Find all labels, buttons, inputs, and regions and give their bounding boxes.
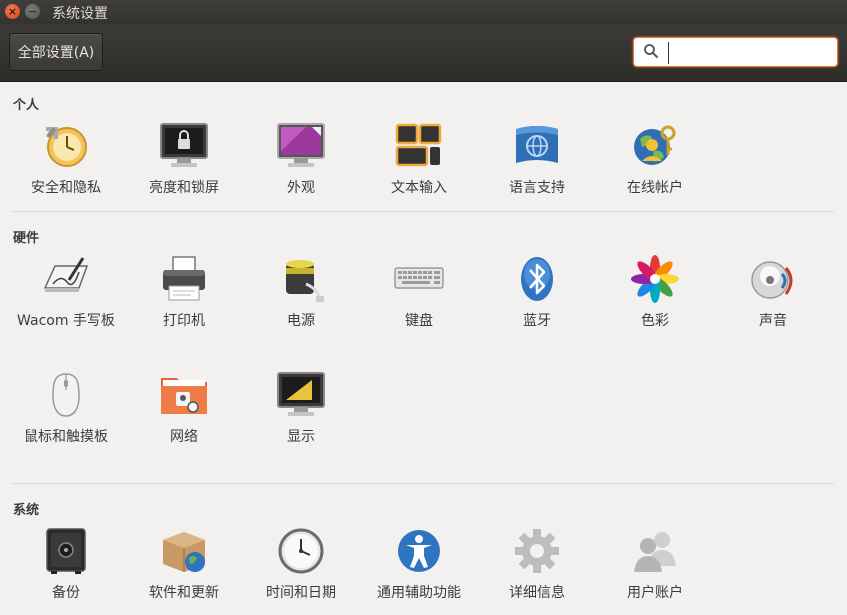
item-time-date[interactable]: 时间和日期 <box>249 526 353 605</box>
item-printers[interactable]: 打印机 <box>132 254 236 333</box>
bluetooth-icon <box>521 257 553 301</box>
minimize-icon: − <box>27 5 38 18</box>
item-appearance[interactable]: 外观 <box>249 121 353 200</box>
item-label: 时间和日期 <box>266 585 336 601</box>
gear-icon <box>515 529 559 573</box>
item-label: 键盘 <box>405 313 433 329</box>
software-updates-icon <box>163 532 205 572</box>
item-label: 色彩 <box>641 313 669 329</box>
appearance-icon <box>277 123 325 167</box>
item-label: 安全和隐私 <box>31 180 101 196</box>
keyboard-icon <box>394 267 444 289</box>
item-label: 在线帐户 <box>627 180 683 196</box>
item-label: 鼠标和触摸板 <box>24 429 108 445</box>
item-bluetooth[interactable]: 蓝牙 <box>485 254 589 333</box>
item-universal-access[interactable]: 通用辅助功能 <box>367 526 471 605</box>
item-details[interactable]: 详细信息 <box>485 526 589 605</box>
language-flag-icon <box>516 126 558 163</box>
search-box[interactable] <box>633 37 838 67</box>
item-brightness-lock[interactable]: 亮度和锁屏 <box>132 121 236 200</box>
monitor-lock-icon <box>160 123 208 167</box>
close-icon: × <box>7 5 18 18</box>
item-wacom-tablet[interactable]: Wacom 手写板 <box>14 254 118 333</box>
item-label: 文本输入 <box>391 180 447 196</box>
safe-icon <box>46 528 86 574</box>
close-window-button[interactable]: × <box>5 4 20 19</box>
item-label: 用户账户 <box>627 585 683 601</box>
item-label: 打印机 <box>163 313 205 329</box>
item-language-support[interactable]: 语言支持 <box>485 121 589 200</box>
speaker-icon <box>751 261 793 299</box>
item-security-privacy[interactable]: 安全和隐私 <box>14 121 118 200</box>
online-accounts-icon <box>634 125 676 165</box>
printer-icon <box>163 256 205 301</box>
users-icon <box>634 532 676 572</box>
title-bar: × − 系统设置 <box>0 0 847 24</box>
item-backups[interactable]: 备份 <box>14 526 118 605</box>
item-label: 显示 <box>287 429 315 445</box>
section-divider <box>12 211 834 212</box>
item-label: 声音 <box>759 313 787 329</box>
section-title-personal: 个人 <box>13 98 40 113</box>
mouse-icon <box>52 373 80 417</box>
item-label: 电源 <box>287 313 315 329</box>
item-label: 外观 <box>287 180 315 196</box>
item-label: 备份 <box>52 585 80 601</box>
network-folder-icon <box>161 378 207 414</box>
battery-power-icon <box>286 260 324 302</box>
item-label: 蓝牙 <box>523 313 551 329</box>
item-label: 软件和更新 <box>149 585 219 601</box>
section-title-system: 系统 <box>13 503 40 518</box>
toolbar: 全部设置(A) <box>0 24 847 82</box>
window-title: 系统设置 <box>52 6 108 22</box>
item-label: Wacom 手写板 <box>17 313 115 329</box>
section-divider <box>12 483 834 484</box>
clock-icon <box>278 528 324 574</box>
item-network[interactable]: 网络 <box>132 370 236 449</box>
item-label: 网络 <box>170 429 198 445</box>
item-text-entry[interactable]: 文本输入 <box>367 121 471 200</box>
accessibility-icon <box>398 530 440 572</box>
section-title-hardware: 硬件 <box>13 231 40 246</box>
item-power[interactable]: 电源 <box>249 254 353 333</box>
item-mouse-touchpad[interactable]: 鼠标和触摸板 <box>14 370 118 449</box>
item-displays[interactable]: 显示 <box>249 370 353 449</box>
item-label: 语言支持 <box>509 180 565 196</box>
item-label: 详细信息 <box>509 585 565 601</box>
display-icon <box>277 372 325 416</box>
item-color[interactable]: 色彩 <box>603 254 707 333</box>
item-label: 通用辅助功能 <box>377 585 461 601</box>
item-online-accounts[interactable]: 在线帐户 <box>603 121 707 200</box>
item-user-accounts[interactable]: 用户账户 <box>603 526 707 605</box>
search-input[interactable] <box>668 42 833 64</box>
item-sound[interactable]: 声音 <box>721 254 825 333</box>
keyboard-keys-icon <box>395 123 442 167</box>
wacom-tablet-icon <box>43 257 89 292</box>
item-software-updates[interactable]: 软件和更新 <box>132 526 236 605</box>
security-privacy-icon <box>46 127 87 167</box>
all-settings-button[interactable]: 全部设置(A) <box>9 33 103 71</box>
minimize-window-button[interactable]: − <box>25 4 40 19</box>
item-keyboard[interactable]: 键盘 <box>367 254 471 333</box>
search-icon <box>644 44 659 59</box>
item-label: 亮度和锁屏 <box>149 180 219 196</box>
color-icon <box>631 255 679 303</box>
